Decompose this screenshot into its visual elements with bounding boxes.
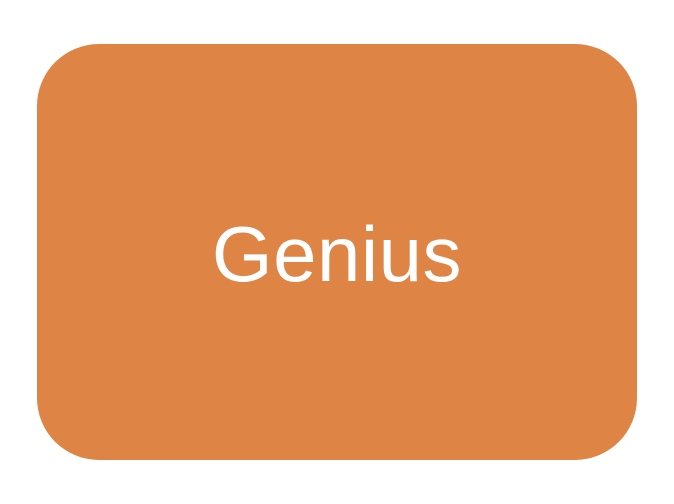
- rounded-rectangle-shape: Genius: [37, 44, 637, 460]
- slide-canvas: Genius: [0, 0, 674, 504]
- shape-label: Genius: [211, 210, 463, 298]
